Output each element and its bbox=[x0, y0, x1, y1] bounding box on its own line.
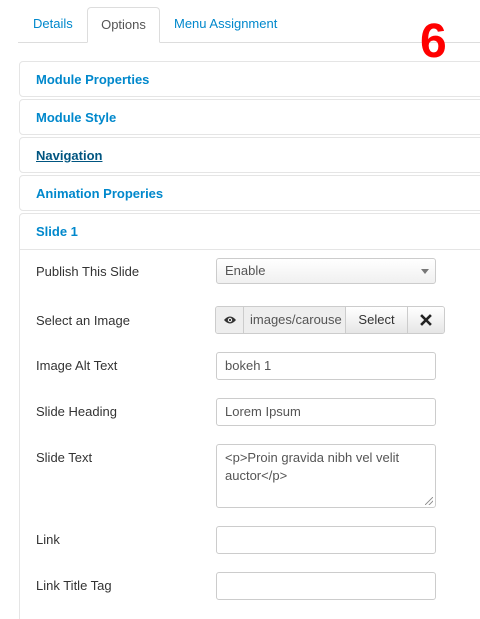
tab-options[interactable]: Options bbox=[87, 7, 160, 43]
chevron-down-icon bbox=[421, 269, 429, 274]
slide-text-textarea[interactable]: <p>Proin gravida nibh vel velit auctor</… bbox=[216, 444, 436, 508]
publish-slide-label: Publish This Slide bbox=[36, 264, 140, 279]
image-picker: images/carouse Select bbox=[215, 306, 445, 334]
section-animation-properties: Animation Properies bbox=[19, 175, 480, 211]
slide-text-label: Slide Text bbox=[36, 450, 93, 465]
select-image-button[interactable]: Select bbox=[346, 307, 408, 333]
slide-heading-input[interactable]: Lorem Ipsum bbox=[216, 398, 436, 426]
slide-heading-label: Slide Heading bbox=[36, 404, 117, 419]
close-icon bbox=[420, 314, 432, 326]
section-header-slide-1[interactable]: Slide 1 bbox=[20, 214, 480, 250]
step-number-badge: 6 bbox=[420, 15, 447, 68]
link-input[interactable] bbox=[216, 526, 436, 554]
clear-image-button[interactable] bbox=[408, 307, 444, 333]
section-module-style: Module Style bbox=[19, 99, 480, 135]
section-header-module-properties[interactable]: Module Properties bbox=[20, 62, 480, 98]
image-path-input[interactable]: images/carouse bbox=[244, 307, 346, 333]
section-header-navigation[interactable]: Navigation bbox=[20, 138, 480, 174]
image-alt-input[interactable]: bokeh 1 bbox=[216, 352, 436, 380]
tab-bar: Details Options Menu Assignment bbox=[0, 0, 480, 43]
section-header-module-style[interactable]: Module Style bbox=[20, 100, 480, 136]
publish-slide-select[interactable]: Enable bbox=[216, 258, 436, 284]
section-navigation: Navigation bbox=[19, 137, 480, 173]
section-header-animation-properties[interactable]: Animation Properies bbox=[20, 176, 480, 212]
slide-text-value: <p>Proin gravida nibh vel velit auctor</… bbox=[225, 450, 400, 483]
tab-details[interactable]: Details bbox=[19, 7, 87, 43]
resize-handle-icon[interactable] bbox=[425, 497, 433, 505]
select-image-label: Select an Image bbox=[36, 313, 130, 328]
eye-icon[interactable] bbox=[216, 307, 244, 333]
link-title-label: Link Title Tag bbox=[36, 578, 112, 593]
image-alt-label: Image Alt Text bbox=[36, 358, 118, 373]
link-label: Link bbox=[36, 532, 60, 547]
link-title-input[interactable] bbox=[216, 572, 436, 600]
tab-menu-assignment[interactable]: Menu Assignment bbox=[160, 7, 291, 43]
section-module-properties: Module Properties bbox=[19, 61, 480, 97]
publish-slide-value: Enable bbox=[225, 263, 266, 278]
